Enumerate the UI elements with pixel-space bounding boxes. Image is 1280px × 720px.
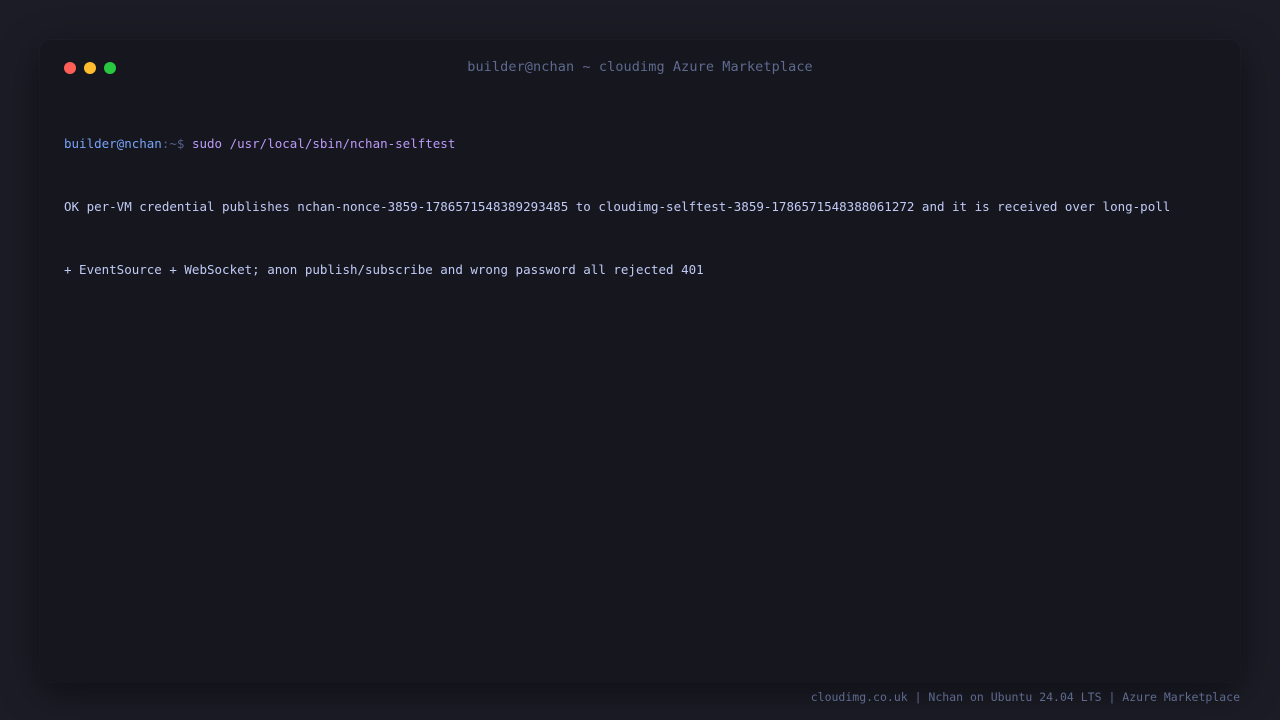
terminal-window: builder@nchan ~ cloudimg Azure Marketpla…: [40, 40, 1240, 682]
prompt-separator: :~$: [161, 136, 192, 151]
window-title: builder@nchan ~ cloudimg Azure Marketpla…: [467, 59, 813, 75]
output-line: OK per-VM credential publishes nchan-non…: [64, 199, 1171, 214]
terminal-output-area[interactable]: builder@nchan:~$ sudo /usr/local/sbin/nc…: [64, 91, 1218, 322]
title-bar: builder@nchan ~ cloudimg Azure Marketpla…: [40, 40, 1240, 96]
footer-caption: cloudimg.co.uk | Nchan on Ubuntu 24.04 L…: [810, 690, 1240, 704]
prompt-user: builder@nchan: [64, 136, 162, 151]
output-line: + EventSource + WebSocket; anon publish/…: [64, 262, 704, 277]
command-line: builder@nchan:~$ sudo /usr/local/sbin/nc…: [64, 133, 1218, 154]
command-text: sudo /usr/local/sbin/nchan-selftest: [191, 136, 456, 151]
